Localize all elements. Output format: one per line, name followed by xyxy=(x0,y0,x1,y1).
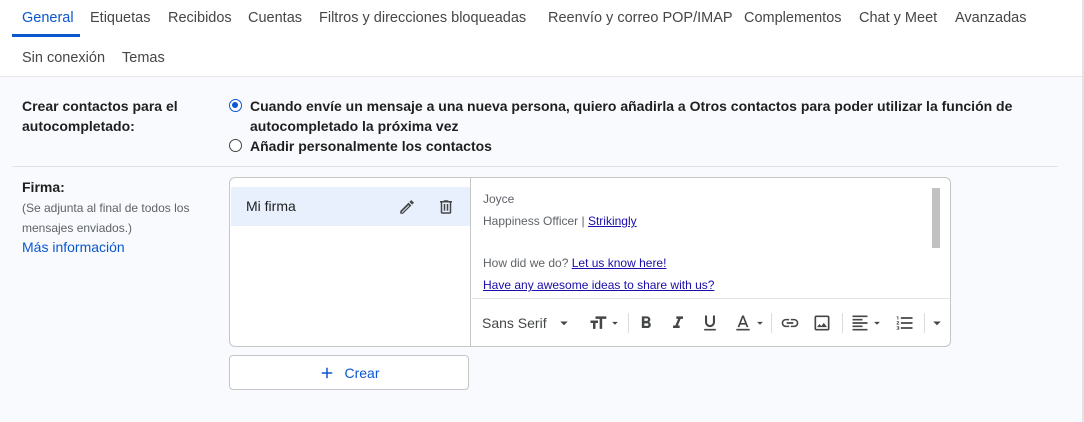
tab-forwarding[interactable]: Reenvío y correo POP/IMAP xyxy=(548,9,733,27)
font-family-value: Sans Serif xyxy=(482,315,547,331)
toolbar-separator xyxy=(628,313,629,333)
signature-note: (Se adjunta al final de todos los mensaj… xyxy=(22,198,212,238)
signature-line-ideas[interactable]: Have any awesome ideas to share with us? xyxy=(483,278,714,292)
chevron-down-icon xyxy=(874,321,880,325)
text-color-button[interactable] xyxy=(733,311,767,335)
tab-accounts[interactable]: Cuentas xyxy=(248,9,302,27)
bold-icon xyxy=(641,316,651,328)
signature-line-name: Joyce xyxy=(483,192,515,206)
radio-auto-add[interactable] xyxy=(229,99,242,112)
tab-chat-meet[interactable]: Chat y Meet xyxy=(859,9,937,27)
chevron-down-icon xyxy=(559,321,568,326)
signature-editor-panel: Mi firma Joyce Happiness Officer | Strik… xyxy=(229,177,951,347)
tab-offline[interactable]: Sin conexión xyxy=(22,49,105,67)
signature-title-text: Happiness Officer | xyxy=(483,214,588,228)
editor-scrollbar[interactable] xyxy=(932,188,940,248)
image-icon xyxy=(814,315,830,331)
option-auto-add-label: Cuando envíe un mensaje a una nueva pers… xyxy=(250,98,1013,114)
align-left-icon xyxy=(852,315,868,331)
create-signature-button[interactable]: Crear xyxy=(229,355,469,390)
chevron-down-icon xyxy=(933,321,941,326)
feedback-link[interactable]: Let us know here! xyxy=(572,256,667,270)
settings-content: Crear contactos para el autocompletado: … xyxy=(0,78,1082,422)
tab-labels[interactable]: Etiquetas xyxy=(90,9,150,27)
tab-inbox[interactable]: Recibidos xyxy=(168,9,232,27)
pencil-icon xyxy=(400,200,414,214)
text-color-icon xyxy=(736,315,750,331)
settings-tabs: General Etiquetas Recibidos Cuentas Filt… xyxy=(0,0,1082,77)
formatting-toolbar: Sans Serif xyxy=(472,298,950,346)
active-tab-indicator xyxy=(12,34,80,37)
font-family-select[interactable]: Sans Serif xyxy=(482,311,573,335)
signature-line-question: How did we do? Let us know here! xyxy=(483,256,666,270)
more-formatting-button[interactable] xyxy=(928,311,946,335)
trash-icon xyxy=(440,200,452,214)
tab-themes[interactable]: Temas xyxy=(122,49,165,67)
plus-icon xyxy=(322,367,333,378)
section-divider xyxy=(12,166,1058,167)
radio-manual-add[interactable] xyxy=(229,139,242,152)
signature-line-title: Happiness Officer | Strikingly xyxy=(483,214,637,228)
font-size-button[interactable] xyxy=(588,311,622,335)
insert-link-button[interactable] xyxy=(780,311,800,335)
signature-question-text: How did we do? xyxy=(483,256,572,270)
tab-general[interactable]: General xyxy=(22,9,74,27)
signature-name: Mi firma xyxy=(246,198,296,214)
option-auto-add[interactable]: Cuando envíe un mensaje a una nueva pers… xyxy=(229,96,1012,136)
numbered-list-button[interactable] xyxy=(895,311,915,335)
align-button[interactable] xyxy=(850,311,884,335)
tab-addons[interactable]: Complementos xyxy=(744,9,842,27)
insert-image-button[interactable] xyxy=(812,311,832,335)
signature-note-line2: mensajes enviados.) xyxy=(22,221,133,235)
signature-label: Firma: xyxy=(22,179,65,195)
toolbar-separator xyxy=(771,313,772,333)
underline-icon xyxy=(704,315,716,331)
contacts-setting-label: Crear contactos para el autocompletado: xyxy=(22,96,178,136)
option-auto-add-label-cont: autocompletado la próxima vez xyxy=(250,118,459,134)
contacts-label-line2: autocompletado: xyxy=(22,118,135,134)
signature-company-link[interactable]: Strikingly xyxy=(588,214,637,228)
chevron-down-icon xyxy=(612,321,618,325)
toolbar-separator xyxy=(924,313,925,333)
more-info-link[interactable]: Más información xyxy=(22,239,125,255)
signature-text-editor[interactable]: Joyce Happiness Officer | Strikingly How… xyxy=(472,178,950,298)
underline-button[interactable] xyxy=(700,311,720,335)
link-icon xyxy=(781,318,799,328)
bold-button[interactable] xyxy=(636,311,656,335)
tab-filters[interactable]: Filtros y direcciones bloqueadas xyxy=(319,9,526,27)
toolbar-separator xyxy=(842,313,843,333)
italic-button[interactable] xyxy=(668,311,688,335)
signature-list-item[interactable]: Mi firma xyxy=(231,187,470,226)
option-manual-add-label: Añadir personalmente los contactos xyxy=(250,138,492,154)
create-signature-label: Crear xyxy=(344,364,380,381)
tab-advanced[interactable]: Avanzadas xyxy=(955,9,1026,27)
contacts-label-line1: Crear contactos para el xyxy=(22,98,178,114)
text-size-icon xyxy=(590,316,607,329)
numbered-list-icon xyxy=(896,316,913,330)
edit-signature-button[interactable] xyxy=(395,195,419,219)
italic-icon xyxy=(673,316,683,328)
chevron-down-icon xyxy=(757,321,763,325)
signature-note-line1: (Se adjunta al final de todos los xyxy=(22,201,190,215)
signature-list: Mi firma xyxy=(230,178,471,346)
delete-signature-button[interactable] xyxy=(434,195,458,219)
option-manual-add[interactable]: Añadir personalmente los contactos xyxy=(229,136,492,156)
